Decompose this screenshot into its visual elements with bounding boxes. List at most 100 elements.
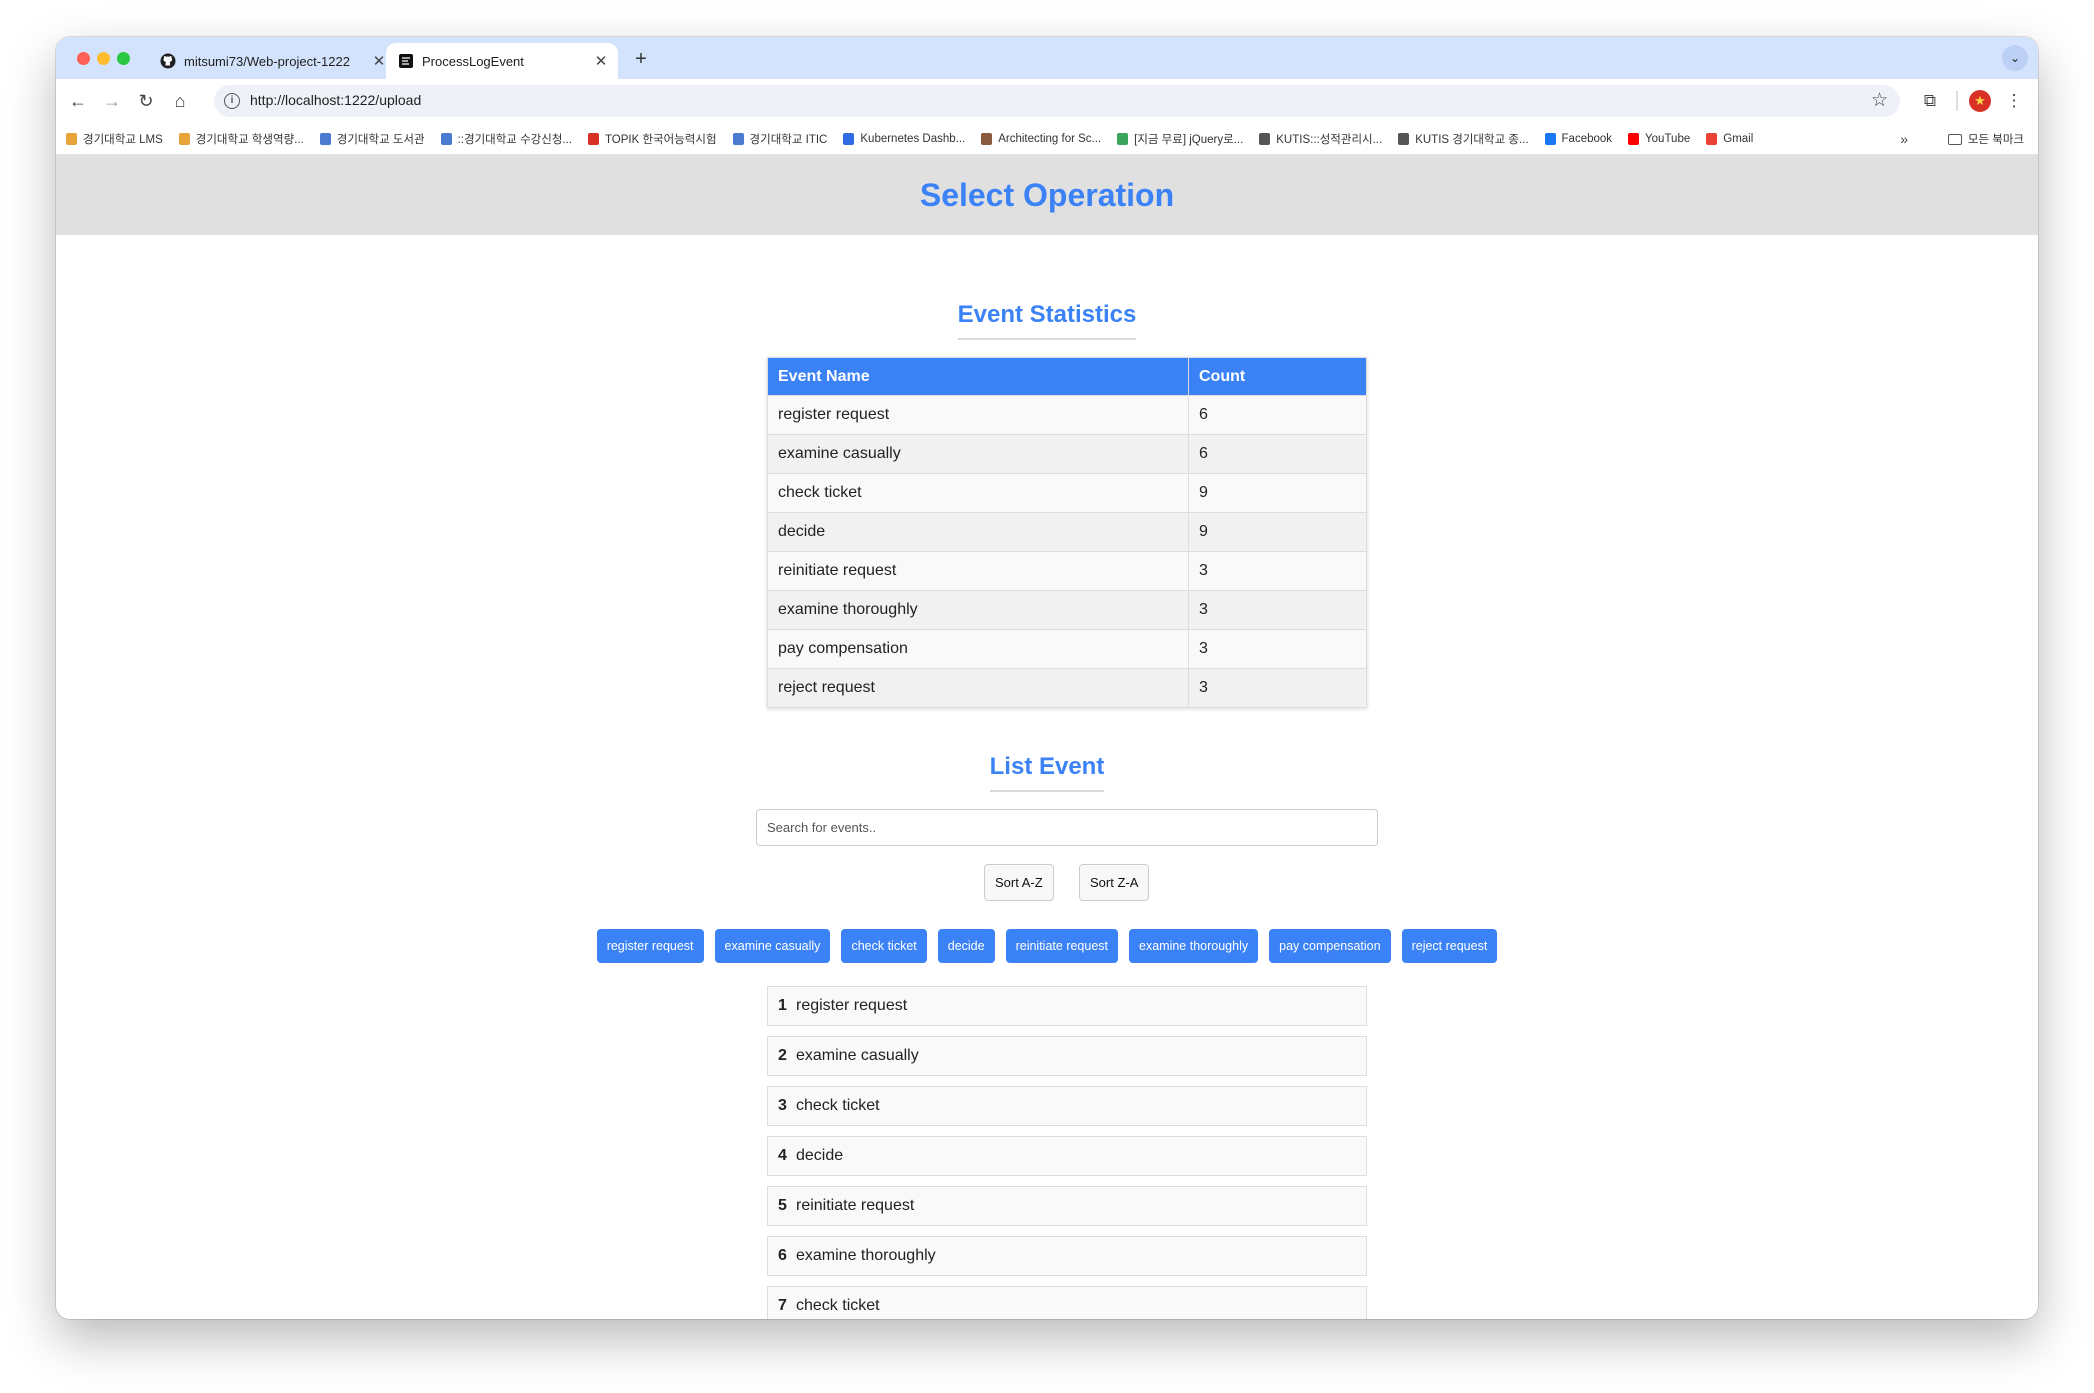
event-filter-chip[interactable]: examine casually <box>714 929 831 963</box>
desktop: mitsumi73/Web-project-1222 ✕ ProcessLogE… <box>0 0 2094 1393</box>
event-filter-chip[interactable]: reject request <box>1401 929 1498 963</box>
column-header-event-name: Event Name <box>767 357 1189 396</box>
site-info-icon[interactable]: i <box>224 93 240 109</box>
event-filter-chip[interactable]: pay compensation <box>1269 929 1391 963</box>
table-row: register request 6 <box>767 395 1367 435</box>
profile-avatar[interactable]: ★ <box>1969 90 1991 112</box>
column-header-count: Count <box>1188 357 1367 396</box>
bookmark-label: KUTIS:::성적관리시... <box>1276 133 1383 146</box>
page-header: Select Operation <box>56 155 2038 235</box>
count-cell: 3 <box>1188 551 1367 591</box>
bookmark-item[interactable]: 경기대학교 LMS <box>66 131 163 147</box>
table-row: reinitiate request 3 <box>767 551 1367 591</box>
list-item-name: reinitiate request <box>796 1197 915 1214</box>
address-bar[interactable]: i http://localhost:1222/upload ☆ <box>214 85 1900 117</box>
bookmark-item[interactable]: [지금 무료] jQuery로... <box>1117 131 1243 147</box>
count-cell: 9 <box>1188 512 1367 552</box>
bookmark-item[interactable]: ::경기대학교 수강신청... <box>440 131 572 147</box>
bookmark-favicon-icon <box>843 132 855 145</box>
bookmark-list: 경기대학교 LMS 경기대학교 학생역량... 경기대학교 도서관::경기대학교 수… <box>66 131 1769 147</box>
event-filter-chip[interactable]: decide <box>937 929 995 963</box>
bookmark-label: Architecting for Sc... <box>998 132 1102 145</box>
new-tab-button[interactable]: + <box>628 46 654 72</box>
event-filter-chip[interactable]: examine thoroughly <box>1129 929 1259 963</box>
bookmark-favicon-icon <box>1259 132 1271 145</box>
bookmark-favicon-icon <box>981 132 993 145</box>
event-filter-chip[interactable]: reinitiate request <box>1005 929 1119 963</box>
page-favicon-icon <box>399 54 413 68</box>
back-icon[interactable]: ← <box>64 87 92 115</box>
count-cell: 3 <box>1188 629 1367 669</box>
count-cell: 6 <box>1188 434 1367 474</box>
bookmark-favicon-icon <box>587 132 599 145</box>
bookmark-item[interactable]: 경기대학교 학생역량... <box>178 131 304 147</box>
forward-icon[interactable]: → <box>98 87 126 115</box>
home-icon[interactable]: ⌂ <box>166 87 194 115</box>
bookmark-item[interactable]: 경기대학교 ITIC <box>732 131 827 147</box>
sort-za-button[interactable]: Sort Z-A <box>1079 864 1150 901</box>
list-item-number: 7 <box>778 1297 787 1314</box>
sort-az-button[interactable]: Sort A-Z <box>984 864 1054 901</box>
page-title: Select Operation <box>919 177 1175 213</box>
minimize-window-button[interactable] <box>97 52 110 65</box>
github-icon <box>160 53 176 69</box>
table-row: check ticket 9 <box>767 473 1367 513</box>
table-row: reject request 3 <box>767 668 1367 708</box>
table-row: examine casually 6 <box>767 434 1367 474</box>
folder-icon <box>1947 133 1962 145</box>
stats-section-title: Event Statistics <box>56 301 2038 340</box>
bookmark-item[interactable]: TOPIK 한국어능력시험 <box>587 131 717 147</box>
bookmark-item[interactable]: KUTIS:::성적관리시... <box>1259 131 1382 147</box>
more-bookmarks-icon[interactable]: » <box>1900 131 1908 147</box>
bookmark-item[interactable]: Kubernetes Dashb... <box>843 132 965 145</box>
table-header-row: Event Name Count <box>767 357 1367 396</box>
bookmark-item[interactable]: KUTIS 경기대학교 종... <box>1398 131 1529 147</box>
bookmark-item[interactable]: Architecting for Sc... <box>981 132 1102 145</box>
tab-title: ProcessLogEvent <box>422 53 524 69</box>
all-bookmarks[interactable]: 모든 북마크 <box>1947 131 2024 147</box>
event-filter-chip[interactable]: register request <box>596 929 704 963</box>
event-name-cell: reinitiate request <box>767 551 1189 591</box>
bookmark-star-icon[interactable]: ☆ <box>1871 89 1888 112</box>
extensions-icon[interactable]: ⧉ <box>1916 87 1944 115</box>
event-name-cell: register request <box>767 395 1189 435</box>
browser-window: mitsumi73/Web-project-1222 ✕ ProcessLogE… <box>56 37 2038 1319</box>
event-search-input[interactable] <box>756 809 1378 846</box>
tab-processlogevent[interactable]: ProcessLogEvent ✕ <box>386 43 618 79</box>
tab-search-button[interactable]: ⌄ <box>2002 45 2028 71</box>
reload-icon[interactable]: ↻ <box>132 87 160 115</box>
list-section-title: List Event <box>56 753 2038 792</box>
tab-github[interactable]: mitsumi73/Web-project-1222 ✕ <box>148 43 396 79</box>
bookmark-label: 경기대학교 도서관 <box>336 133 425 146</box>
list-item-name: check ticket <box>796 1097 880 1114</box>
bookmark-label: YouTube <box>1645 132 1691 145</box>
list-item-number: 2 <box>778 1047 787 1064</box>
event-statistics-table: Event Name Count register request 6 examin… <box>767 357 1367 708</box>
bookmark-favicon-icon <box>178 132 190 145</box>
event-list: 1 register request 2 examine casually 3 check… <box>767 986 1367 1319</box>
event-name-cell: pay compensation <box>767 629 1189 669</box>
bookmark-favicon-icon <box>440 132 452 145</box>
toolbar-divider <box>1956 91 1958 111</box>
bookmark-label: Gmail <box>1723 132 1754 145</box>
bookmark-label: ::경기대학교 수강신청... <box>457 133 572 146</box>
close-window-button[interactable] <box>77 52 90 65</box>
list-item: 3 check ticket <box>767 1086 1367 1126</box>
event-filter-chip[interactable]: check ticket <box>841 929 927 963</box>
bookmark-favicon-icon <box>1706 132 1718 145</box>
bookmark-label: Facebook <box>1561 132 1613 145</box>
event-name-cell: decide <box>767 512 1189 552</box>
close-icon[interactable]: ✕ <box>590 52 612 70</box>
count-cell: 9 <box>1188 473 1367 513</box>
event-name-cell: examine thoroughly <box>767 590 1189 630</box>
count-cell: 3 <box>1188 590 1367 630</box>
table-row: decide 9 <box>767 512 1367 552</box>
bookmark-item[interactable]: Gmail <box>1706 132 1754 145</box>
menu-kebab-icon[interactable]: ⋮ <box>2004 87 2024 115</box>
maximize-window-button[interactable] <box>117 52 130 65</box>
bookmark-item[interactable]: Facebook <box>1544 132 1613 145</box>
bookmark-item[interactable]: 경기대학교 도서관 <box>319 131 425 147</box>
toolbar: ← → ↻ ⌂ i http://localhost:1222/upload ☆… <box>56 79 2038 123</box>
url-text[interactable]: http://localhost:1222/upload <box>250 92 421 108</box>
bookmark-item[interactable]: YouTube <box>1628 132 1691 145</box>
